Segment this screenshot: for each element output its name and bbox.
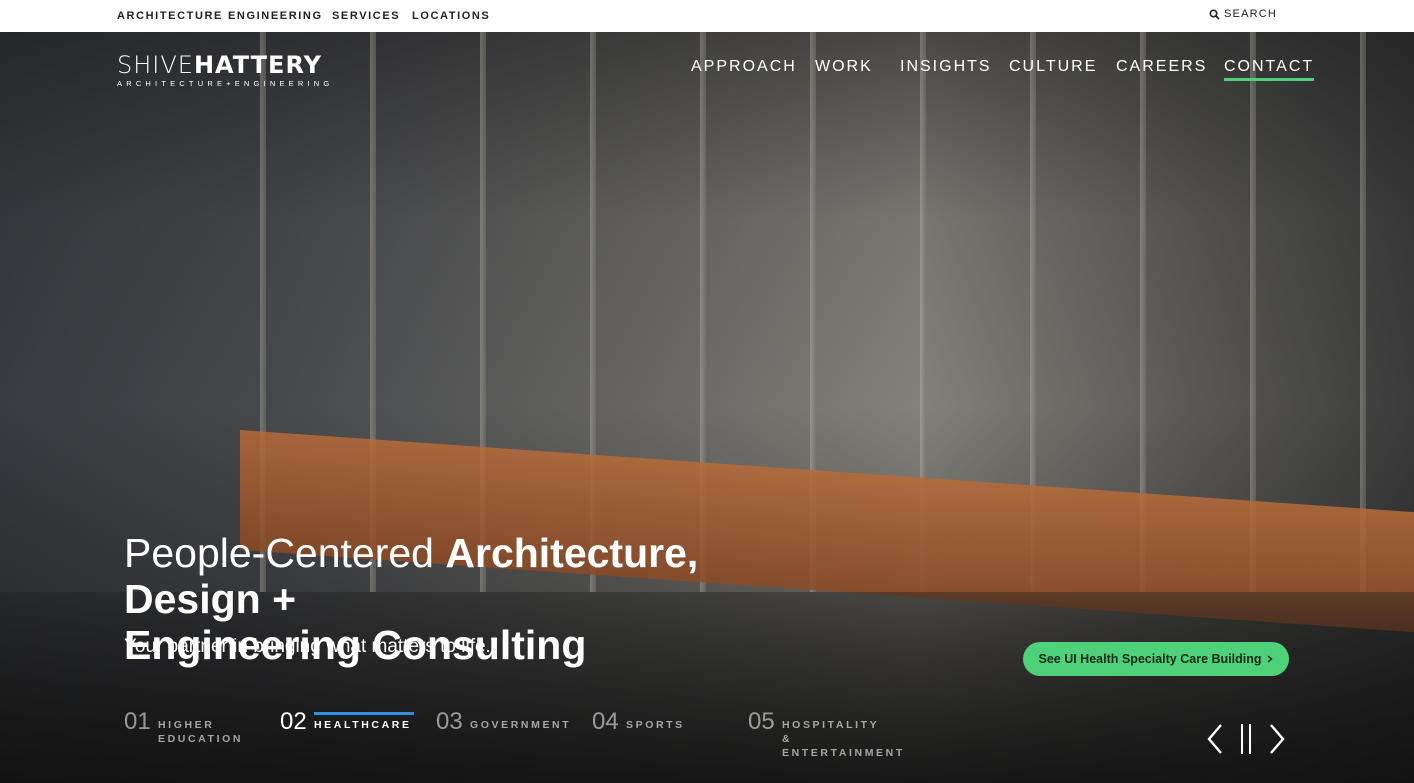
slide-progress-bar [314,712,414,715]
util-link-architecture[interactable]: ARCHITECTURE [117,10,223,22]
slide-tab-sports[interactable]: 04 SPORTS [592,708,732,748]
chevron-right-icon [1268,655,1274,663]
slide-label: HOSPITALITY & ENTERTAINMENT [782,719,905,759]
nav-work[interactable]: WORK [815,58,873,76]
slide-number: 05 [748,708,775,735]
nav-culture[interactable]: CULTURE [1009,58,1097,76]
util-link-locations[interactable]: LOCATIONS [412,10,490,22]
logo-text-bold: HATTERY [193,51,322,79]
slide-number: 03 [436,708,463,735]
prev-slide-icon[interactable] [1204,722,1226,756]
slide-number: 04 [592,708,619,735]
slide-tab-healthcare[interactable]: 02 HEALTHCARE [280,708,420,748]
slide-label: HEALTHCARE [314,719,412,731]
logo-text-light: SHIVE [117,51,194,79]
slide-label: HIGHER EDUCATION [158,719,244,745]
nav-insights[interactable]: INSIGHTS [900,58,992,76]
slide-tab-hospitality[interactable]: 05 HOSPITALITY & ENTERTAINMENT [748,708,902,759]
slide-number: 02 [280,708,307,735]
next-slide-icon[interactable] [1266,722,1288,756]
headline-light: People-Centered [124,530,446,576]
nav-approach[interactable]: APPROACH [691,58,797,76]
slide-number: 01 [124,708,151,735]
logo-subtitle: ARCHITECTURE+ENGINEERING [117,79,334,88]
slide-tab-higher-education[interactable]: 01 HIGHER EDUCATION [124,708,264,748]
slide-label: SPORTS [626,719,685,731]
search-icon [1209,8,1220,20]
hero-tagline: Your partner in bringing what matters to… [124,636,491,657]
search-label: SEARCH [1224,8,1278,20]
utility-bar: ARCHITECTURE ENGINEERING SERVICES LOCATI… [0,0,1414,32]
util-link-services[interactable]: SERVICES [332,10,400,22]
search-button[interactable]: SEARCH [1209,8,1277,20]
site-logo[interactable]: SHIVEHATTERY ARCHITECTURE+ENGINEERING [117,52,329,88]
slide-tab-government[interactable]: 03 GOVERNMENT [436,708,576,748]
nav-careers[interactable]: CAREERS [1116,58,1207,76]
pause-icon[interactable] [1238,722,1254,756]
featured-project-button[interactable]: See UI Health Specialty Care Building [1023,642,1289,676]
util-link-engineering[interactable]: ENGINEERING [228,10,323,22]
slide-label: GOVERNMENT [470,719,572,731]
nav-contact[interactable]: CONTACT [1224,58,1315,81]
cta-label: See UI Health Specialty Care Building [1038,652,1262,666]
